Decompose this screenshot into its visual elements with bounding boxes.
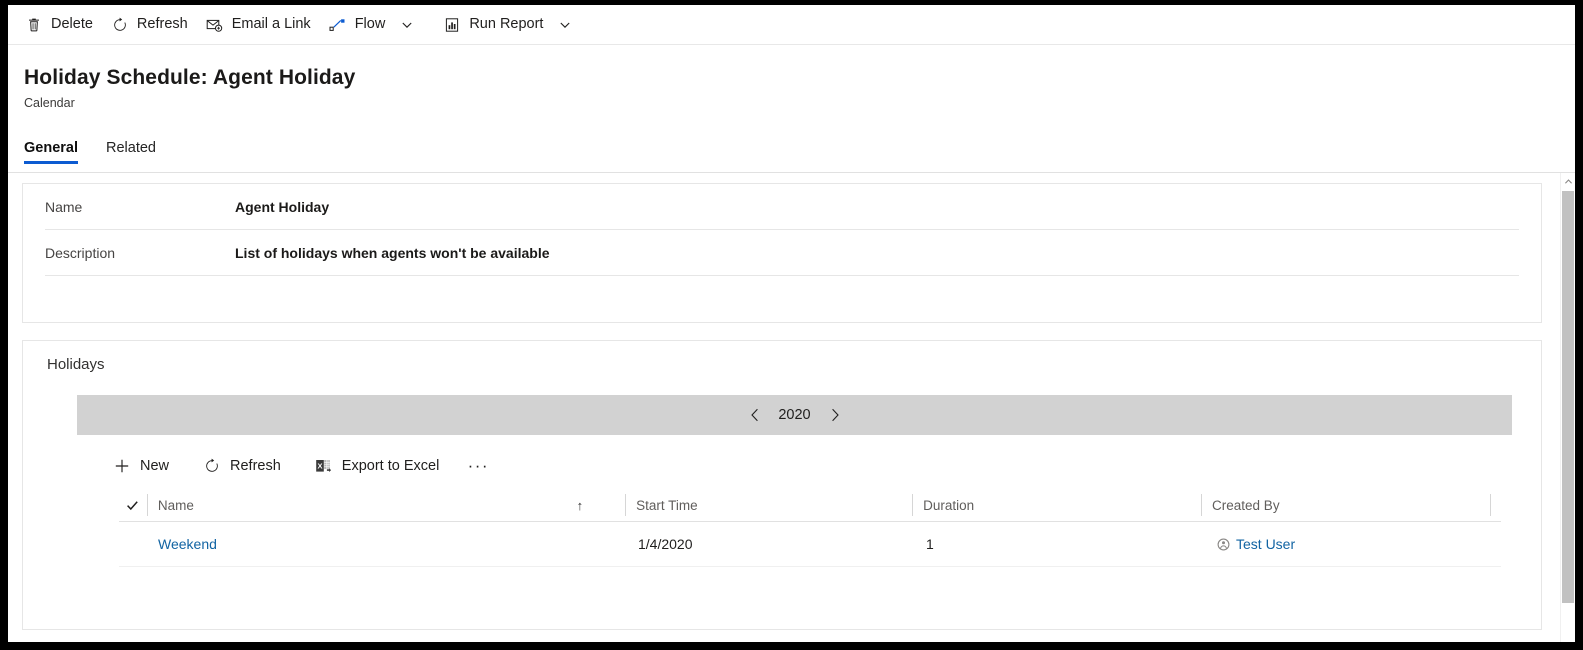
holiday-name-link[interactable]: Weekend xyxy=(158,536,217,552)
general-section: Name Agent Holiday Description List of h… xyxy=(22,183,1542,323)
previous-year-button[interactable] xyxy=(741,401,769,429)
tab-related[interactable]: Related xyxy=(106,140,162,164)
column-divider xyxy=(146,494,148,516)
name-field-label: Name xyxy=(45,198,83,215)
contact-icon xyxy=(1216,537,1230,551)
refresh-button[interactable]: Refresh xyxy=(102,6,197,44)
delete-button[interactable]: Delete xyxy=(16,6,102,44)
plus-icon xyxy=(113,457,131,475)
holidays-section-title: Holidays xyxy=(47,356,105,373)
column-header-start-time[interactable]: Start Time xyxy=(625,489,912,521)
column-divider xyxy=(625,494,627,516)
year-navigation-bar: 2020 xyxy=(77,395,1512,435)
column-header-name[interactable]: Name ↑ xyxy=(146,489,625,521)
next-year-button[interactable] xyxy=(821,401,849,429)
refresh-icon xyxy=(203,457,221,475)
row-select-checkbox[interactable] xyxy=(119,522,147,566)
column-divider xyxy=(1201,494,1203,516)
report-icon xyxy=(443,16,461,34)
description-field-label: Description xyxy=(45,244,116,261)
column-header-duration-label: Duration xyxy=(923,497,975,513)
grid-header-row: Name ↑ Start Time Duration Created By xyxy=(119,489,1501,522)
delete-button-label: Delete xyxy=(51,16,93,33)
app-content: Delete Refresh Email a Link Flow Run Rep… xyxy=(8,5,1575,642)
scroll-up-arrow-icon[interactable] xyxy=(1561,173,1575,189)
description-field-value[interactable]: List of holidays when agents won't be av… xyxy=(235,245,550,261)
record-header: Holiday Schedule: Agent Holiday Calendar… xyxy=(8,46,1575,173)
flow-button-label: Flow xyxy=(354,16,386,33)
email-a-link-label: Email a Link xyxy=(231,16,311,33)
svg-text:X: X xyxy=(318,461,323,470)
refresh-button-label: Refresh xyxy=(136,16,188,33)
export-to-excel-button[interactable]: X Export to Excel xyxy=(305,448,450,484)
excel-icon: X xyxy=(315,457,333,475)
subgrid-refresh-button[interactable]: Refresh xyxy=(193,448,291,484)
flow-button[interactable]: Flow xyxy=(320,6,395,44)
sort-ascending-icon: ↑ xyxy=(576,497,584,513)
flow-icon xyxy=(329,16,347,34)
command-bar: Delete Refresh Email a Link Flow Run Rep… xyxy=(8,5,1575,45)
subgrid-overflow-button[interactable]: ··· xyxy=(463,449,493,483)
tab-general[interactable]: General xyxy=(24,140,84,164)
column-header-duration[interactable]: Duration xyxy=(912,489,1201,521)
created-by-link[interactable]: Test User xyxy=(1236,536,1295,552)
form-body: Name Agent Holiday Description List of h… xyxy=(8,173,1575,642)
app-window: Delete Refresh Email a Link Flow Run Rep… xyxy=(0,0,1583,650)
entity-subtitle: Calendar xyxy=(24,96,75,110)
holidays-grid: Name ↑ Start Time Duration Created By We… xyxy=(119,489,1501,567)
export-to-excel-label: Export to Excel xyxy=(341,458,440,474)
run-report-chevron-down-icon[interactable] xyxy=(554,6,576,44)
column-header-start-time-label: Start Time xyxy=(636,497,698,513)
page-title: Holiday Schedule: Agent Holiday xyxy=(24,66,356,89)
email-a-link-button[interactable]: Email a Link xyxy=(197,6,320,44)
form-tab-strip: General Related xyxy=(24,126,184,164)
field-row-name: Name Agent Holiday xyxy=(45,184,1519,230)
cell-start-time: 1/4/2020 xyxy=(638,536,693,552)
flow-chevron-down-icon[interactable] xyxy=(396,6,418,44)
new-button[interactable]: New xyxy=(103,448,179,484)
column-header-name-label: Name xyxy=(157,497,194,513)
run-report-label: Run Report xyxy=(469,16,544,33)
column-header-created-by[interactable]: Created By xyxy=(1201,489,1490,521)
select-all-checkbox[interactable] xyxy=(119,489,147,521)
table-row[interactable]: Weekend 1/4/2020 1 Test User xyxy=(119,522,1501,567)
cell-name: Weekend xyxy=(147,522,627,566)
column-end-divider xyxy=(1489,489,1501,521)
holidays-section: Holidays 2020 New Refresh X Export to Ex… xyxy=(22,340,1542,630)
email-link-icon xyxy=(206,16,224,34)
cell-created-by: Test User xyxy=(1205,522,1495,566)
refresh-icon xyxy=(111,16,129,34)
subgrid-toolbar: New Refresh X Export to Excel ··· xyxy=(103,446,493,486)
form-vertical-scrollbar[interactable] xyxy=(1560,173,1575,642)
run-report-button[interactable]: Run Report xyxy=(434,6,552,44)
cell-duration: 1 xyxy=(926,536,934,552)
scrollbar-thumb[interactable] xyxy=(1562,191,1574,603)
column-header-created-by-label: Created By xyxy=(1212,497,1280,513)
column-divider xyxy=(912,494,914,516)
field-row-description: Description List of holidays when agents… xyxy=(45,230,1519,276)
year-value: 2020 xyxy=(778,407,811,423)
new-button-label: New xyxy=(140,458,170,474)
name-field-value[interactable]: Agent Holiday xyxy=(235,199,329,215)
trash-icon xyxy=(25,16,43,34)
subgrid-refresh-label: Refresh xyxy=(230,458,281,474)
